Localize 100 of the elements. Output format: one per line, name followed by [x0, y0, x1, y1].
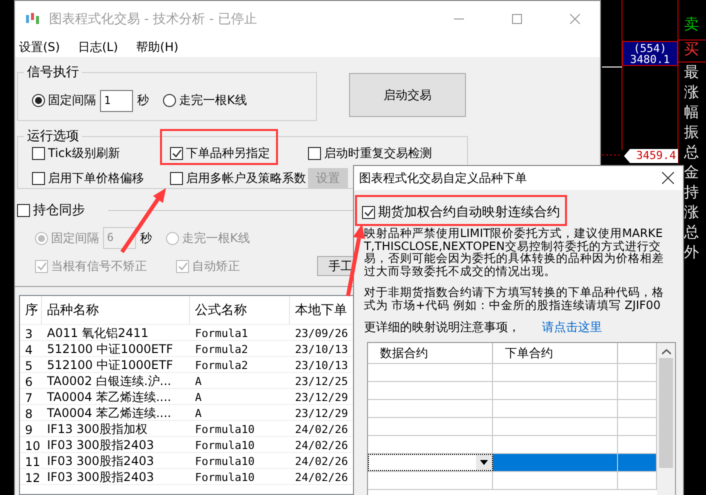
table-cell-text: 24/02/26: [294, 454, 349, 470]
table-cell-text: 23/12/29: [294, 390, 349, 406]
radio-button[interactable]: [163, 94, 176, 107]
radio-label: 固定间隔: [48, 92, 96, 109]
table-cell-text: A: [194, 390, 203, 406]
quote-label: 买: [683, 39, 700, 60]
maximize-icon[interactable]: [512, 14, 522, 24]
price-tag: (554) 3480.1: [622, 41, 678, 66]
checkbox-label: 下单品种另指定: [186, 145, 270, 162]
grid-cell[interactable]: [618, 454, 657, 471]
checkbox-label: 启动时重复交易检测: [324, 145, 432, 162]
table-cell-text: Formula10: [194, 422, 256, 438]
table-cell-text: Formula10: [194, 454, 256, 470]
grid-row[interactable]: [368, 454, 657, 472]
scroll-up-icon[interactable]: [662, 349, 670, 355]
table-cell-text: 11: [24, 454, 42, 470]
radio-label: 走完一根K线: [179, 92, 247, 109]
table-cell-text: 23/12/25: [294, 374, 349, 390]
window-title: 图表程式化交易 - 技术分析 - 已停止: [49, 11, 258, 28]
table-cell-text: A: [194, 406, 203, 422]
start-trading-button[interactable]: 启动交易: [349, 73, 466, 117]
grid-cell[interactable]: [368, 454, 493, 471]
scrollbar[interactable]: [657, 343, 675, 495]
column-header[interactable]: 数据合约: [368, 343, 493, 363]
table-cell-text: 24/02/26: [294, 438, 349, 454]
checkbox[interactable]: [308, 147, 321, 160]
radio-button[interactable]: [32, 94, 45, 107]
table-cell-text: Formula10: [194, 470, 256, 486]
quote-label: 卖: [683, 14, 700, 35]
column-header[interactable]: 下单合约: [493, 343, 618, 363]
table-cell-text: 23/12/29: [294, 406, 349, 422]
grid-cell[interactable]: [493, 454, 618, 471]
table-cell-text: A: [194, 374, 203, 390]
checkbox[interactable]: [35, 260, 48, 272]
checkbox-label: 启用下单价格偏移: [48, 170, 144, 186]
table-cell-text: Formula10: [194, 438, 256, 454]
checkbox[interactable]: [170, 172, 183, 184]
quote-label: 总: [683, 142, 700, 162]
table-cell-text: 9: [24, 422, 34, 438]
table-cell-text: 6: [24, 374, 34, 390]
menu-item[interactable]: 设置(S): [19, 38, 60, 56]
quote-label: 涨: [683, 82, 700, 102]
dialog-title: 图表程式化交易自定义品种下单: [359, 170, 527, 186]
close-icon[interactable]: [662, 172, 674, 184]
table-cell-text: 23/10/13: [294, 342, 349, 358]
info-text: 更详细的映射说明注意事项，: [364, 319, 520, 336]
group-title: 信号执行: [26, 64, 80, 81]
dropdown-icon[interactable]: [476, 455, 492, 470]
group-title: 运行选项: [26, 128, 80, 145]
price-marker: 3459.4: [624, 149, 678, 163]
table-cell-text: 5: [24, 358, 34, 374]
radio-button[interactable]: [35, 232, 48, 244]
radio-button[interactable]: [166, 232, 179, 244]
table-cell-text: IF03 300股指2403: [46, 437, 155, 454]
checkbox-label: 期货加权合约自动映射连续合约: [378, 204, 560, 221]
checkbox[interactable]: [170, 147, 183, 160]
table-cell-text: IF03 300股指2403: [46, 469, 155, 486]
help-link[interactable]: 请点击这里: [542, 319, 602, 336]
table-cell-text: 3: [24, 326, 34, 342]
checkbox-label: 持仓同步: [33, 202, 85, 219]
menu-item[interactable]: 日志(L): [78, 38, 118, 56]
table-cell-text: 7: [24, 390, 34, 406]
menu-item[interactable]: 帮助(H): [136, 38, 178, 56]
quote-label: 外: [683, 242, 700, 262]
table-cell-text: 10: [24, 438, 42, 454]
notice-text: 映射品种严禁使用LIMIT限价委托方式，建议使用MARKET,THISCLOSE,NEXTOPEN交易控制符委托的方式进行交易，否则可能会因为委托的具体转换的品种因为价格相差过大而导致委托不成交的情况出现。: [364, 227, 664, 277]
table-cell-text: 12: [24, 470, 42, 486]
quote-label: 金: [683, 162, 700, 182]
checkbox-label: 当根有信号不矫正: [51, 258, 147, 274]
table-cell-text: Formula2: [194, 358, 249, 374]
column-header[interactable]: 公式名称: [190, 296, 290, 324]
interval-field[interactable]: 1: [100, 90, 133, 112]
candlestick-icon: [25, 12, 41, 26]
table-cell-text: 8: [24, 406, 34, 422]
table-cell-text: 24/02/26: [294, 422, 349, 438]
table-cell-text: 4: [24, 342, 34, 358]
radio-label: 固定间隔: [51, 230, 99, 246]
checkbox-label: 启用多帐户及策略系数: [186, 170, 306, 186]
table-cell-text: 512100 中证1000ETF: [46, 341, 174, 358]
table-cell-text: Formula2: [194, 342, 249, 358]
table-cell-text: 23/09/26: [294, 326, 349, 342]
table-cell-text: TA0004 苯乙烯连续....: [46, 389, 172, 406]
unit-label: 秒: [137, 92, 149, 109]
quote-label: 幅: [683, 102, 700, 122]
quote-label: 振: [683, 122, 700, 142]
table-cell-text: 512100 中证1000ETF: [46, 357, 174, 374]
checkbox[interactable]: [32, 172, 45, 184]
column-header[interactable]: 序: [20, 296, 42, 324]
checkbox[interactable]: [32, 147, 45, 160]
checkbox[interactable]: [176, 260, 189, 272]
table-cell-text: 23/10/13: [294, 358, 349, 374]
column-header[interactable]: 品种名称: [42, 296, 190, 324]
table-cell-text: A011 氧化铝2411: [46, 325, 150, 342]
quote-label: 最: [683, 62, 700, 82]
quote-label: 持: [683, 182, 700, 202]
checkbox-label: 自动矫正: [192, 258, 240, 274]
checkbox[interactable]: [17, 204, 30, 216]
checkbox[interactable]: [362, 206, 375, 218]
table-cell-text: TA0004 苯乙烯连续....: [46, 405, 172, 422]
table-cell-text: IF03 300股指2403: [46, 453, 155, 470]
